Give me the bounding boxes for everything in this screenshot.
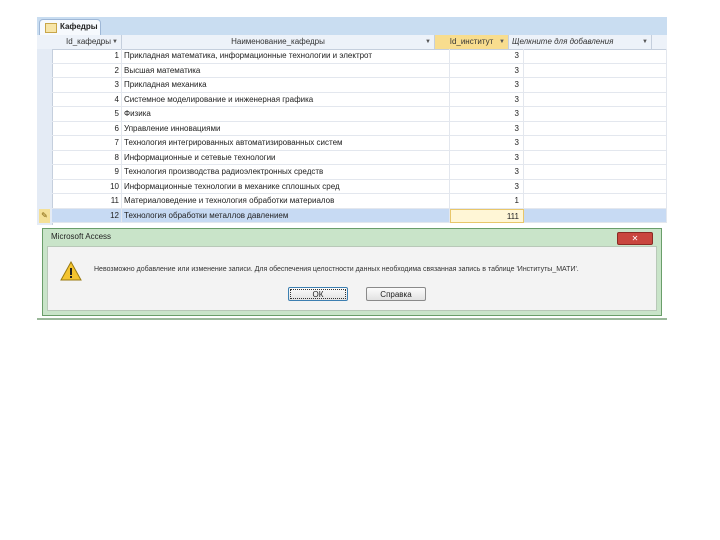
table-row[interactable]: 3 Прикладная механика 3 [52,78,667,93]
cell-empty[interactable] [524,194,667,209]
cell-institute[interactable]: 3 [450,92,524,107]
table-row[interactable]: 8 Информационные и сетевые технологии 3 [52,150,667,165]
help-button[interactable]: Справка [366,287,426,301]
cell-name[interactable]: Управление инновациями [122,121,450,136]
datasheet-header: Id_кафедры ▼ Наименование_кафедры ▼ Id_и… [37,35,667,50]
record-selector-column[interactable] [37,49,53,225]
close-icon[interactable]: ✕ [617,232,653,245]
cell-institute[interactable]: 3 [450,78,524,93]
cell-id[interactable]: 10 [52,179,122,194]
table-icon [45,23,57,33]
dropdown-arrow-icon[interactable]: ▼ [425,35,431,49]
column-header-label: Id_кафедры [66,37,111,46]
document-tab-bar: Кафедры [37,17,667,35]
cell-id[interactable]: 6 [52,121,122,136]
cell-empty[interactable] [524,179,667,194]
cell-institute-editing[interactable]: 111 [450,208,524,223]
table-row[interactable]: 9 Технология производства радиоэлектронн… [52,165,667,180]
cell-institute[interactable]: 3 [450,49,524,64]
table-row[interactable]: 1 Прикладная математика, информационные … [52,49,667,64]
cell-institute[interactable]: 3 [450,107,524,122]
dialog-body: Невозможно добавление или изменение запи… [47,246,657,311]
cell-name[interactable]: Прикладная математика, информационные те… [122,49,450,64]
cell-institute[interactable]: 3 [450,121,524,136]
column-header-id[interactable]: Id_кафедры ▼ [52,35,122,49]
cell-name[interactable]: Материаловедение и технология обработки … [122,194,450,209]
cell-empty[interactable] [524,78,667,93]
cell-empty[interactable] [524,121,667,136]
cell-name[interactable]: Технология производства радиоэлектронных… [122,165,450,180]
tab-label: Кафедры [60,22,98,31]
table-row[interactable]: 5 Физика 3 [52,107,667,122]
table-row[interactable]: 11 Материаловедение и технология обработ… [52,194,667,209]
cell-empty[interactable] [524,49,667,64]
tab-kafedry[interactable]: Кафедры [39,19,101,35]
cell-id[interactable]: 3 [52,78,122,93]
cell-institute[interactable]: 3 [450,63,524,78]
cell-name[interactable]: Прикладная механика [122,78,450,93]
column-header-institute[interactable]: Id_институт ▼ [435,35,509,49]
cell-id[interactable]: 9 [52,165,122,180]
cell-institute[interactable]: 1 [450,194,524,209]
cell-name[interactable]: Информационные и сетевые технологии [122,150,450,165]
table-row[interactable]: 7 Технология интегрированных автоматизир… [52,136,667,151]
cell-name[interactable]: Информационные технологии в механике спл… [122,179,450,194]
cell-id[interactable]: 7 [52,136,122,151]
cell-id[interactable]: 11 [52,194,122,209]
access-window: Кафедры Id_кафедры ▼ Наименование_кафедр… [37,17,667,320]
column-header-label: Наименование_кафедры [231,37,325,46]
cell-institute[interactable]: 3 [450,179,524,194]
table-row[interactable]: 6 Управление инновациями 3 [52,121,667,136]
cell-name[interactable]: Технология интегрированных автоматизиров… [122,136,450,151]
error-dialog: Microsoft Access ✕ Невозможно добавление… [42,228,662,316]
dropdown-arrow-icon[interactable]: ▼ [112,35,118,49]
dropdown-arrow-icon[interactable]: ▼ [499,35,505,49]
cell-institute[interactable]: 3 [450,136,524,151]
window-frame-bottom [37,318,667,320]
column-header-label: Щелкните для добавления [512,37,614,46]
cell-name[interactable]: Физика [122,107,450,122]
dialog-title: Microsoft Access [51,232,112,241]
column-header-add[interactable]: Щелкните для добавления ▼ [509,35,652,49]
cell-name[interactable]: Высшая математика [122,63,450,78]
cell-id[interactable]: 4 [52,92,122,107]
cell-empty[interactable] [524,107,667,122]
dialog-message: Невозможно добавление или изменение запи… [94,266,579,273]
cell-id[interactable]: 8 [52,150,122,165]
table-row[interactable]: 2 Высшая математика 3 [52,63,667,78]
cell-name[interactable]: Технология обработки металлов давлением [122,208,450,223]
warning-icon [60,261,82,281]
cell-id[interactable]: 2 [52,63,122,78]
cell-empty[interactable] [524,92,667,107]
table-row-editing[interactable]: 12 Технология обработки металлов давлени… [52,208,667,223]
cell-empty[interactable] [524,208,667,223]
cell-empty[interactable] [524,165,667,180]
dropdown-arrow-icon[interactable]: ▼ [642,35,648,49]
cell-empty[interactable] [524,136,667,151]
table-row[interactable]: 4 Системное моделирование и инженерная г… [52,92,667,107]
cell-id[interactable]: 12 [52,208,122,223]
column-header-name[interactable]: Наименование_кафедры ▼ [122,35,435,49]
cell-id[interactable]: 5 [52,107,122,122]
new-record-marker-icon: ✎ [39,209,50,223]
column-header-label: Id_институт [449,37,494,46]
cell-empty[interactable] [524,63,667,78]
cell-institute[interactable]: 3 [450,165,524,180]
table-row[interactable]: 10 Информационные технологии в механике … [52,179,667,194]
cell-empty[interactable] [524,150,667,165]
cell-id[interactable]: 1 [52,49,122,64]
ok-button[interactable]: ОК [288,287,348,301]
cell-name[interactable]: Системное моделирование и инженерная гра… [122,92,450,107]
cell-institute[interactable]: 3 [450,150,524,165]
